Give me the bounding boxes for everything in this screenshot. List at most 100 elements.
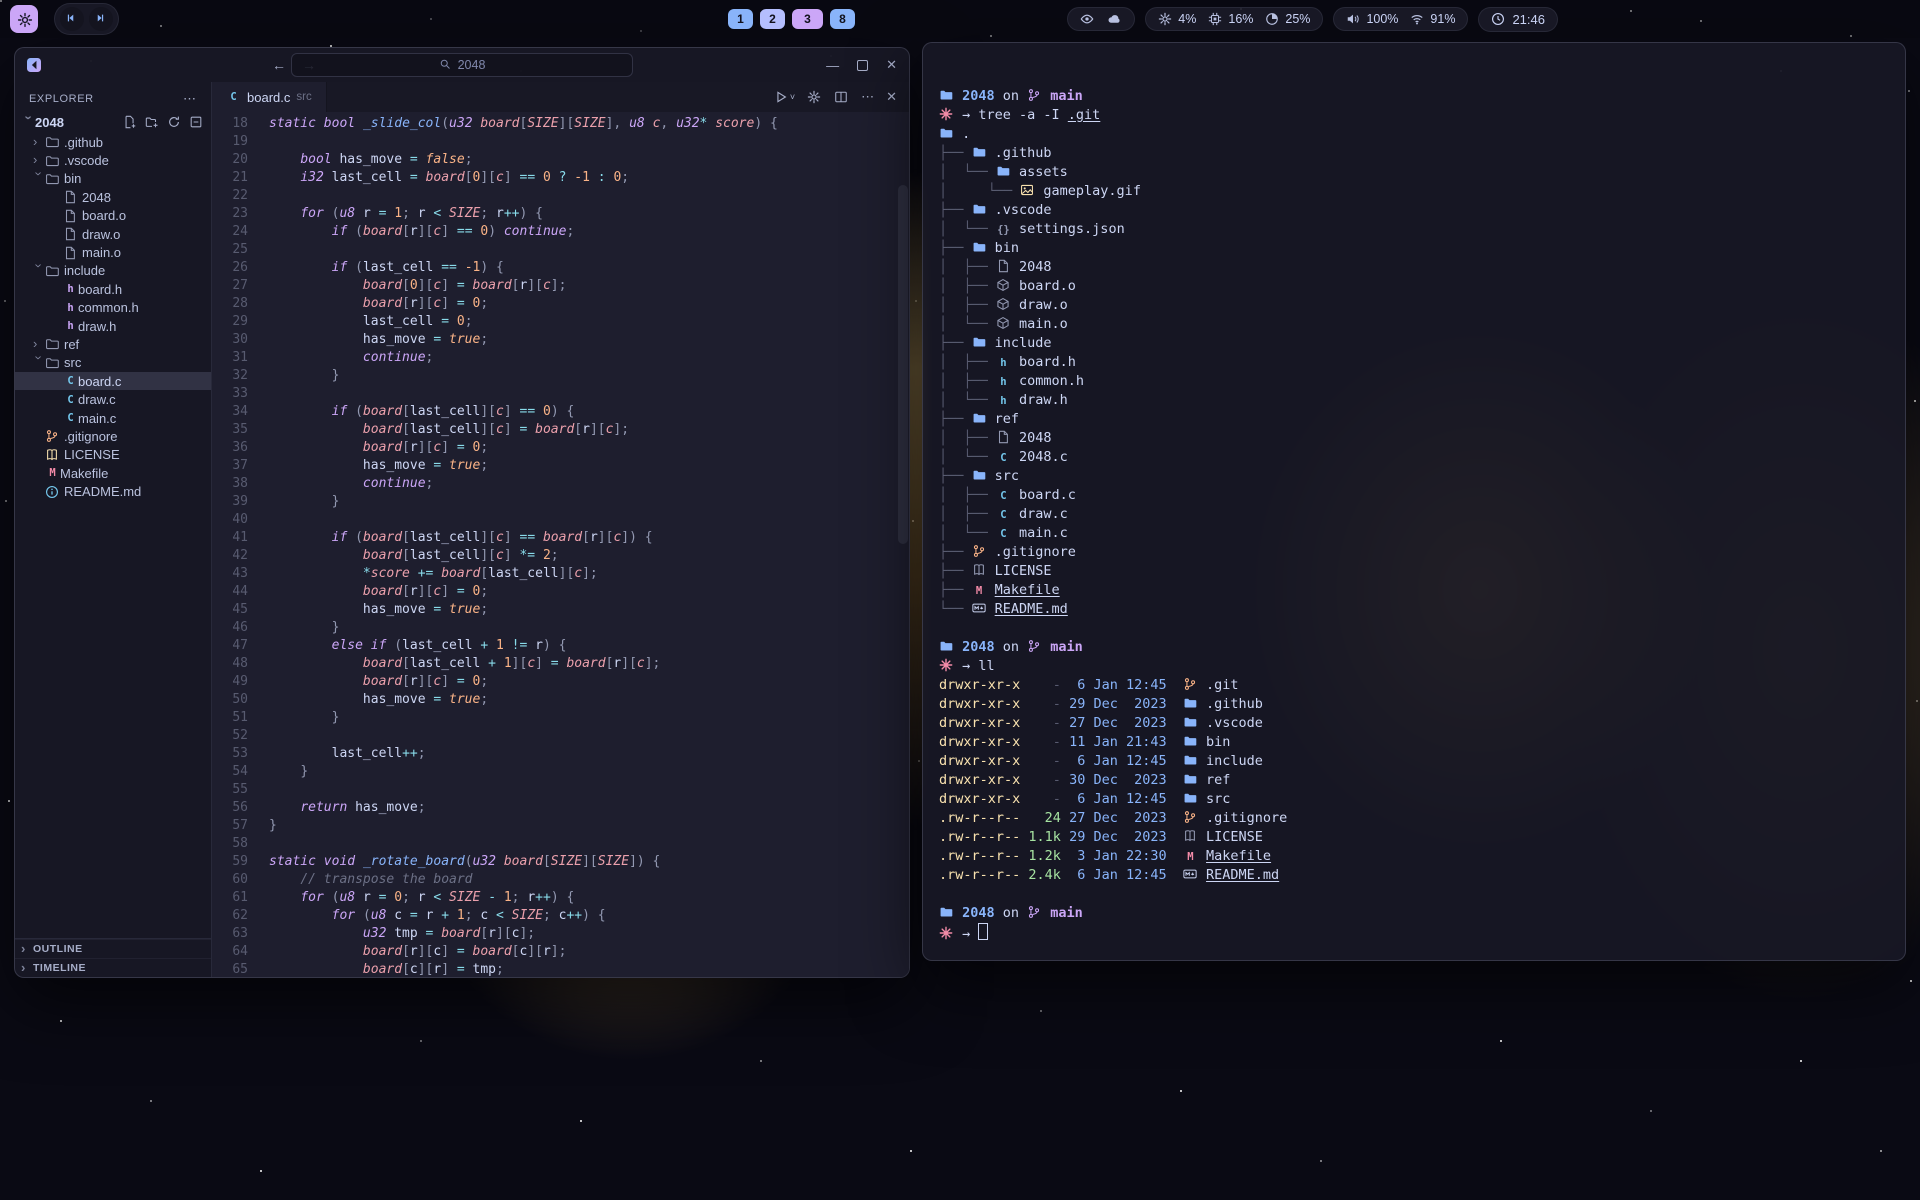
line-number[interactable]: 58 [212,835,248,853]
code-line[interactable]: for (u8 r = 0; r < SIZE - 1; r++) { [269,889,778,907]
line-number[interactable]: 41 [212,529,248,547]
terminal-link[interactable]: README.md [995,601,1068,617]
code-line[interactable] [269,385,778,403]
line-number[interactable]: 33 [212,385,248,403]
explorer-item-board.c[interactable]: Cboard.c [15,372,211,390]
line-number[interactable]: 18 [212,115,248,133]
close-editor-button[interactable]: ✕ [886,89,897,105]
code-line[interactable]: u32 tmp = board[r][c]; [269,925,778,943]
code-line[interactable]: } [269,763,778,781]
line-number[interactable]: 57 [212,817,248,835]
command-center-search-input[interactable]: 2048 [291,53,633,77]
explorer-root-folder[interactable]: › 2048 [15,112,211,132]
terminal-window[interactable]: 2048 on main → tree -a -I .git .├── .git… [922,42,1906,961]
code-line[interactable]: has_move = true; [269,331,778,349]
line-number[interactable]: 27 [212,277,248,295]
code-line[interactable]: board[r][c] = 0; [269,673,778,691]
explorer-item-board.o[interactable]: board.o [15,207,211,225]
skip-prev-button[interactable] [60,7,84,31]
explorer-item-2048[interactable]: 2048 [15,188,211,206]
workspace-1[interactable]: 1 [728,9,753,29]
terminal-link[interactable]: Makefile [995,582,1060,598]
code-line[interactable] [269,133,778,151]
close-button[interactable]: ✕ [886,57,897,73]
explorer-item-LICENSE[interactable]: LICENSE [15,446,211,464]
explorer-item-README.md[interactable]: README.md [15,482,211,500]
line-number[interactable]: 53 [212,745,248,763]
clock-widget[interactable]: 21:46 [1478,7,1558,32]
code-line[interactable]: board[c][r] = tmp; [269,961,778,978]
split-editor-button[interactable] [834,90,849,104]
code-line[interactable]: board[r][c] = 0; [269,439,778,457]
explorer-item-ref[interactable]: ›ref [15,335,211,353]
code-line[interactable]: for (u8 c = r + 1; c < SIZE; c++) { [269,907,778,925]
code-line[interactable] [269,187,778,205]
minimize-button[interactable]: — [826,58,839,73]
code-line[interactable] [269,727,778,745]
line-number[interactable]: 37 [212,457,248,475]
line-number[interactable]: 24 [212,223,248,241]
scrollbar-thumb[interactable] [898,185,908,545]
outline-section[interactable]: › OUTLINE [15,939,211,958]
line-number[interactable]: 35 [212,421,248,439]
code-line[interactable]: static void _rotate_board(u32 board[SIZE… [269,853,778,871]
line-number[interactable]: 30 [212,331,248,349]
line-number[interactable]: 42 [212,547,248,565]
code-line[interactable]: board[r][c] = board[c][r]; [269,943,778,961]
system-stats-widget[interactable]: 4%16%25% [1145,7,1323,31]
line-number[interactable]: 61 [212,889,248,907]
explorer-item-draw.h[interactable]: hdraw.h [15,317,211,335]
line-number[interactable]: 36 [212,439,248,457]
code-line[interactable]: board[r][c] = 0; [269,295,778,313]
line-number[interactable]: 39 [212,493,248,511]
line-number[interactable]: 49 [212,673,248,691]
terminal-link[interactable]: README.md [1206,867,1279,883]
line-number[interactable]: 55 [212,781,248,799]
code-line[interactable]: } [269,367,778,385]
new-file-button[interactable] [123,115,137,129]
explorer-item-common.h[interactable]: hcommon.h [15,299,211,317]
code-line[interactable]: board[last_cell][c] *= 2; [269,547,778,565]
line-number[interactable]: 54 [212,763,248,781]
line-number[interactable]: 20 [212,151,248,169]
code-line[interactable]: has_move = true; [269,601,778,619]
code-line[interactable]: continue; [269,349,778,367]
terminal-link[interactable]: Makefile [1206,848,1271,864]
code-line[interactable] [269,241,778,259]
terminal-link[interactable]: .git [1068,107,1101,123]
line-number[interactable]: 40 [212,511,248,529]
explorer-item-.gitignore[interactable]: .gitignore [15,427,211,445]
maximize-button[interactable] [857,60,868,71]
code-line[interactable]: } [269,493,778,511]
line-number[interactable]: 25 [212,241,248,259]
code-line[interactable]: // transpose the board [269,871,778,889]
code-line[interactable]: i32 last_cell = board[0][c] == 0 ? -1 : … [269,169,778,187]
code-line[interactable]: else if (last_cell + 1 != r) { [269,637,778,655]
code-line[interactable]: board[last_cell][c] = board[r][c]; [269,421,778,439]
line-number[interactable]: 44 [212,583,248,601]
line-number[interactable]: 32 [212,367,248,385]
line-number[interactable]: 65 [212,961,248,978]
line-number[interactable]: 51 [212,709,248,727]
code-line[interactable] [269,511,778,529]
run-file-button[interactable]: ˅ [774,90,795,104]
code-line[interactable]: if (board[r][c] == 0) continue; [269,223,778,241]
line-number[interactable]: 29 [212,313,248,331]
explorer-more-button[interactable]: ⋯ [183,91,197,107]
code-line[interactable]: for (u8 r = 1; r < SIZE; r++) { [269,205,778,223]
weather-widget[interactable] [1067,7,1135,31]
workspace-3-active[interactable]: 3 [792,9,823,29]
code-line[interactable]: board[last_cell + 1][c] = board[r][c]; [269,655,778,673]
code-line[interactable] [269,781,778,799]
code-line[interactable]: continue; [269,475,778,493]
line-number[interactable]: 59 [212,853,248,871]
explorer-item-.vscode[interactable]: ›.vscode [15,151,211,169]
code-line[interactable]: board[r][c] = 0; [269,583,778,601]
line-number[interactable]: 47 [212,637,248,655]
refresh-explorer-button[interactable] [167,115,181,129]
nav-back-button[interactable]: ← [272,57,286,73]
line-number[interactable]: 26 [212,259,248,277]
code-line[interactable]: last_cell++; [269,745,778,763]
code-line[interactable]: *score += board[last_cell][c]; [269,565,778,583]
code-line[interactable]: } [269,817,778,835]
